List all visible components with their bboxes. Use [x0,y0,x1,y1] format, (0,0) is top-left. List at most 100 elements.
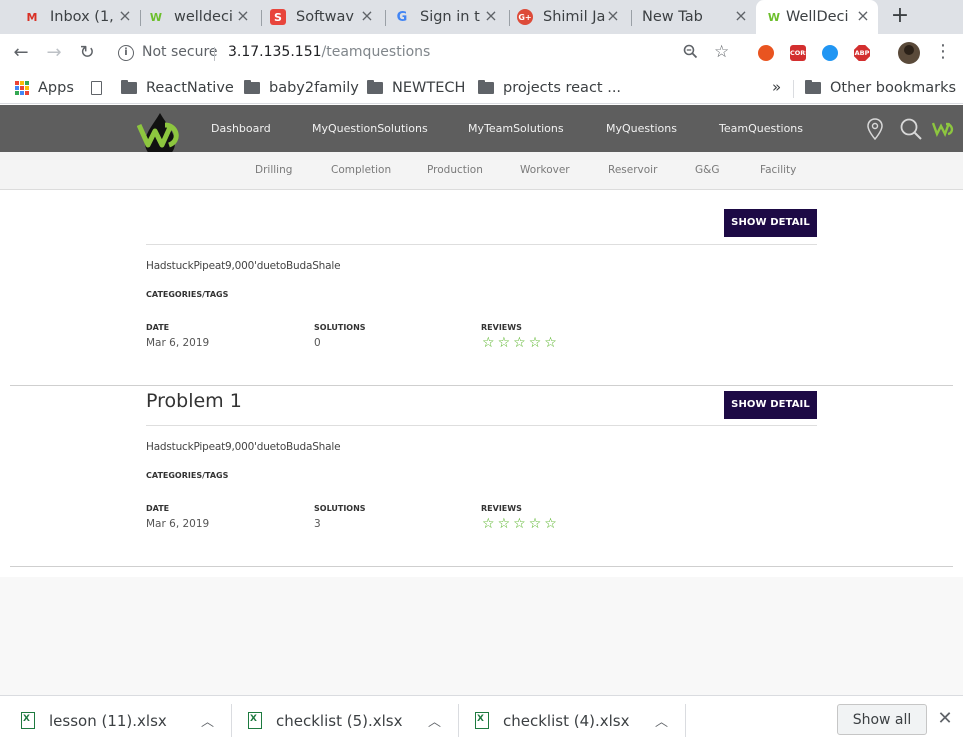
subnav-facility[interactable]: Facility [760,164,796,176]
back-arrow-icon[interactable]: ← [10,42,32,64]
cors-extension-icon[interactable]: CORS [790,45,810,61]
download-filename: checklist (4).xlsx [503,712,630,730]
download-divider [231,704,232,737]
star-outline-icon[interactable]: ☆ [498,336,511,350]
download-item-checklist-4[interactable]: checklist (4).xlsx ︿ [475,696,675,744]
browser-tab-welldeci[interactable]: W welldeci × [148,0,252,34]
subnav-workover[interactable]: Workover [520,164,570,176]
question-card: SHOW DETAIL HadstuckPipeat9,000'duetoBud… [10,191,953,386]
download-item-lesson[interactable]: lesson (11).xlsx ︿ [21,696,221,744]
nav-my-team-solutions[interactable]: MyTeamSolutions [468,122,564,135]
nav-my-questions[interactable]: MyQuestions [606,122,677,135]
search-icon[interactable] [899,117,923,145]
tab-divider [509,10,510,26]
chevron-up-icon[interactable]: ︿ [428,711,441,730]
adblock-extension-icon[interactable]: ABP [854,45,870,61]
address-bar[interactable]: i Not secure 3.17.135.151/teamquestions … [108,38,748,68]
browser-tab-welldecision-active[interactable]: W WellDeci × [756,0,878,34]
close-tab-icon[interactable]: × [358,7,376,25]
more-bookmarks-chevron-icon[interactable]: » [772,78,781,96]
star-outline-icon[interactable]: ☆ [498,517,511,531]
review-stars[interactable]: ☆ ☆ ☆ ☆ ☆ [482,517,557,531]
bookmark-folder-projects-react[interactable]: projects react ... [478,78,621,98]
location-pin-icon[interactable] [866,117,884,145]
url-text[interactable]: 3.17.135.151/teamquestions [228,44,430,60]
subnav-reservoir[interactable]: Reservoir [608,164,657,176]
tab-divider [631,10,632,26]
close-icon[interactable]: ✕ [936,709,954,729]
close-tab-icon[interactable]: × [604,7,622,25]
star-outline-icon[interactable]: ☆ [544,517,557,531]
star-outline-icon[interactable]: ☆ [513,517,526,531]
google-icon: G [396,9,408,25]
show-detail-button[interactable]: SHOW DETAIL [724,209,817,237]
url-divider [214,47,215,61]
download-item-checklist-5[interactable]: checklist (5).xlsx ︿ [248,696,448,744]
nav-my-question-solutions[interactable]: MyQuestionSolutions [312,122,428,135]
tab-divider [261,10,262,26]
date-label: DATE [146,504,170,513]
page-icon [91,81,102,95]
excel-file-icon [21,712,35,729]
bookmark-folder-reactnative[interactable]: ReactNative [121,78,234,98]
nav-team-questions[interactable]: TeamQuestions [719,122,803,135]
close-tab-icon[interactable]: × [482,7,500,25]
reviews-label: REVIEWS [481,504,522,513]
star-outline-icon[interactable]: ☆ [544,336,557,350]
chevron-up-icon[interactable]: ︿ [655,711,668,730]
close-tab-icon[interactable]: × [732,7,750,25]
bookmark-folder-baby2family[interactable]: baby2family [244,78,359,98]
zoom-icon[interactable] [683,44,698,63]
show-detail-button[interactable]: SHOW DETAIL [724,391,817,419]
subnav-drilling[interactable]: Drilling [255,164,292,176]
browser-tab-softwave[interactable]: S Softwav × [270,0,376,34]
bookmark-star-icon[interactable]: ☆ [714,42,729,62]
folder-icon [805,80,821,94]
reviews-label: REVIEWS [481,323,522,332]
bookmark-other-bookmarks[interactable]: Other bookmarks [805,78,956,98]
bookmark-page[interactable] [91,78,111,98]
date-value: Mar 6, 2019 [146,518,210,530]
more-menu-icon[interactable]: ⋮ [934,42,952,62]
subnav-g-and-g[interactable]: G&G [695,164,719,176]
star-outline-icon[interactable]: ☆ [513,336,526,350]
category-subnav: Drilling Completion Production Workover … [0,152,963,190]
subnav-production[interactable]: Production [427,164,483,176]
url-path: /teamquestions [321,44,431,60]
tab-strip: M Inbox (1, × W welldeci × S Softwav × G… [0,0,963,34]
site-header: Dashboard MyQuestionSolutions MyTeamSolu… [0,105,963,158]
star-outline-icon[interactable]: ☆ [529,517,542,531]
star-outline-icon[interactable]: ☆ [529,336,542,350]
subnav-completion[interactable]: Completion [331,164,391,176]
welldecision-icon: W [767,10,781,24]
info-extension-icon[interactable] [822,45,838,61]
new-tab-button[interactable]: + [888,5,912,29]
close-tab-icon[interactable]: × [234,7,252,25]
bookmark-folder-newtech[interactable]: NEWTECH [367,78,465,98]
show-all-downloads-button[interactable]: Show all [837,704,927,735]
excel-file-icon [475,712,489,729]
nav-dashboard[interactable]: Dashboard [211,122,271,135]
browser-toolbar: ← → ↻ i Not secure 3.17.135.151/teamques… [0,34,963,72]
profile-avatar[interactable] [898,42,920,64]
chevron-up-icon[interactable]: ︿ [201,711,214,730]
star-outline-icon[interactable]: ☆ [482,336,495,350]
download-filename: lesson (11).xlsx [49,712,167,730]
forward-arrow-icon[interactable]: → [43,42,65,64]
browser-tab-inbox[interactable]: M Inbox (1, × [24,0,134,34]
browser-tab-sign-in[interactable]: G Sign in t × [394,0,500,34]
folder-icon [367,80,383,94]
browser-tab-new-tab[interactable]: New Tab × [642,0,750,34]
bookmark-apps[interactable]: Apps [15,78,74,98]
ubuntu-extension-icon[interactable] [758,45,774,61]
welldecision-icon: W [149,10,163,24]
review-stars[interactable]: ☆ ☆ ☆ ☆ ☆ [482,336,557,350]
brand-w-icon[interactable] [931,121,954,141]
reload-icon[interactable]: ↻ [76,42,98,64]
star-outline-icon[interactable]: ☆ [482,517,495,531]
close-tab-icon[interactable]: × [116,7,134,25]
info-icon[interactable]: i [118,45,134,61]
close-tab-icon[interactable]: × [854,7,872,25]
browser-tab-shimil[interactable]: G+ Shimil Ja × [517,0,622,34]
solutions-label: SOLUTIONS [314,323,366,332]
